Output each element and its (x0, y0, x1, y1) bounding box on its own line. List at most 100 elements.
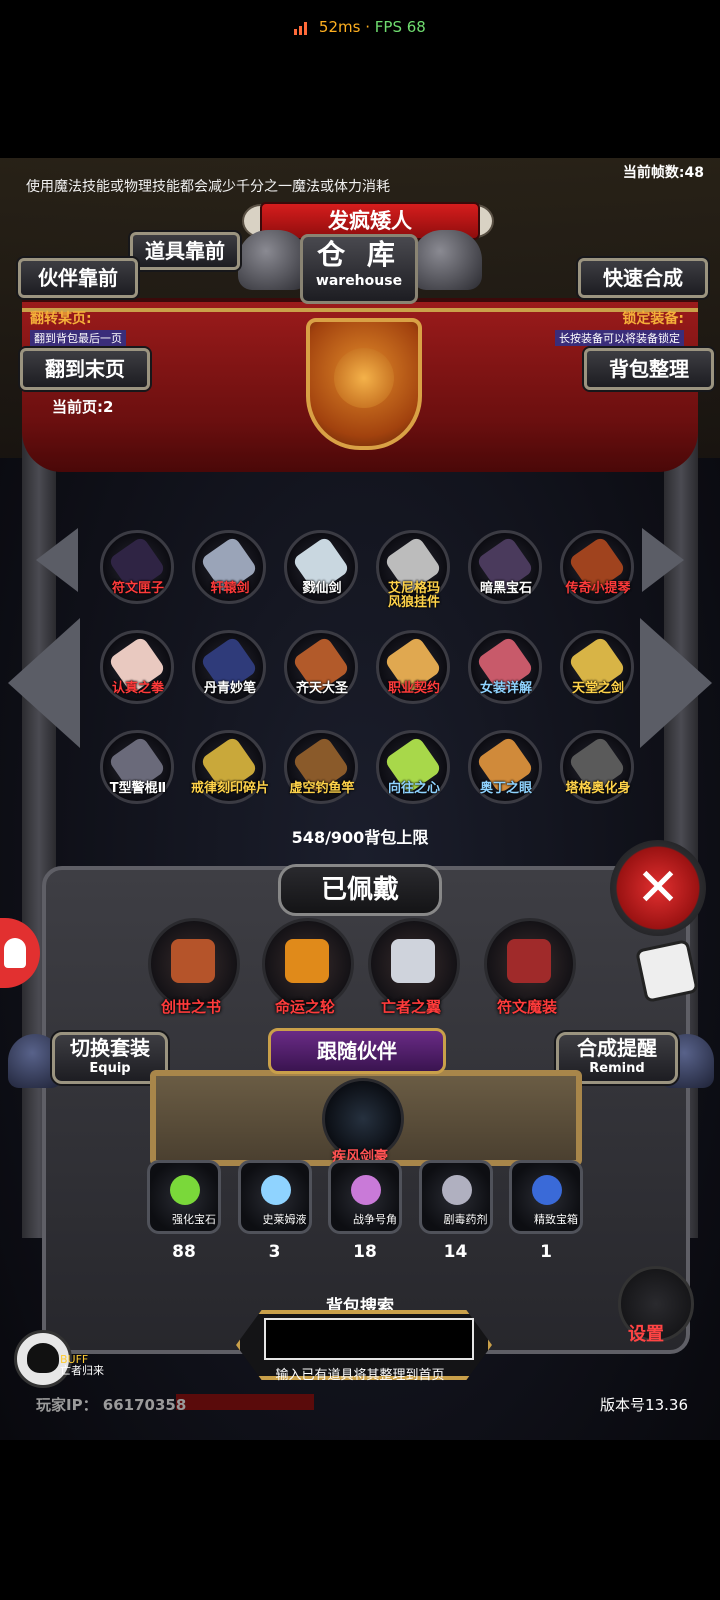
separator: · (365, 18, 370, 36)
item-name: 职业契约 (387, 681, 440, 696)
red-strip (176, 1394, 314, 1410)
inventory-slot[interactable]: 认真之拳 (92, 630, 184, 708)
follow-partner-title: 跟随伙伴 (268, 1028, 446, 1074)
resource-slot: 史莱姆液 (237, 1160, 312, 1234)
game-screen: 使用魔法技能或物理技能都会减少千分之一魔法或体力消耗 当前帧数:48 发疯矮人 … (0, 158, 720, 1440)
resource-item[interactable]: 战争号角 18 (321, 1160, 409, 1262)
quick-merge-button[interactable]: 快速合成 (578, 258, 708, 298)
signal-icon (294, 21, 310, 35)
inventory-slot[interactable]: 向往之心 (368, 730, 460, 808)
item-name: 艾尼格玛 风狼挂件 (387, 581, 440, 610)
equipped-title: 已佩戴 (278, 864, 442, 916)
equipped-item-name: 命运之轮 (274, 998, 335, 1016)
inventory-slot[interactable]: 虚空钓鱼竿 (276, 730, 368, 808)
resource-count: 18 (353, 1242, 377, 1262)
switch-set-cn: 切换套装 (70, 1036, 150, 1060)
flip-page-label: 翻转某页: (30, 311, 92, 327)
flip-page-sub: 翻到背包最后一页 (30, 330, 126, 346)
inventory-slot[interactable]: 戮仙剑 (276, 530, 368, 608)
resource-slot: 强化宝石 (147, 1160, 221, 1234)
item-name: 暗黑宝石 (479, 581, 532, 596)
item-name: 女装详解 (479, 681, 532, 696)
item-name: 丹青妙笔 (203, 681, 256, 696)
equipped-item-name: 亡者之翼 (380, 998, 441, 1016)
merge-remind-cn: 合成提醒 (577, 1036, 657, 1060)
dice-icon[interactable] (634, 938, 700, 1004)
item-name: 向往之心 (387, 781, 440, 796)
inventory-slot[interactable]: 艾尼格玛 风狼挂件 (368, 530, 460, 610)
inventory-slot[interactable]: 戒律刻印碎片 (184, 730, 276, 808)
close-icon: ✕ (636, 858, 680, 918)
version-label: 版本号13.36 (600, 1396, 688, 1414)
search-hint: 输入已有道具将其整理到首页 (275, 1368, 445, 1383)
bag-capacity: 548/900背包上限 (291, 828, 429, 847)
resource-count: 1 (540, 1242, 552, 1262)
inventory-slot[interactable]: 女装详解 (460, 630, 552, 708)
resource-item[interactable]: 精致宝箱 1 (502, 1160, 590, 1262)
inventory-slot[interactable]: 齐天大圣 (276, 630, 368, 708)
person-icon (4, 938, 26, 968)
resource-slot: 剧毒药剂 (418, 1160, 493, 1234)
resource-row: 强化宝石 88 史莱姆液 3 战争号角 18 剧毒药剂 14 精致宝箱 1 (140, 1160, 590, 1262)
item-name: 认真之拳 (111, 681, 164, 696)
item-name: 传奇小提琴 (565, 581, 631, 596)
bag-search-input[interactable] (264, 1318, 474, 1360)
item-name: 符文匣子 (111, 581, 164, 596)
resource-count: 88 (172, 1242, 196, 1262)
fps-text: FPS 68 (374, 18, 426, 36)
resource-label: 强化宝石 (172, 1213, 216, 1226)
resource-count: 3 (268, 1242, 281, 1262)
lock-equip-label: 锁定装备: (622, 311, 684, 327)
equipped-item-name: 创世之书 (160, 998, 221, 1016)
bag-sort-button[interactable]: 背包整理 (584, 348, 714, 390)
inventory-slot[interactable]: 符文匣子 (92, 530, 184, 608)
equipped-item-icon (391, 939, 435, 983)
settings-label[interactable]: 设置 (628, 1320, 664, 1346)
item-name: T型警棍Ⅱ (109, 781, 167, 796)
item-name: 戒律刻印碎片 (190, 781, 269, 796)
item-name: 天堂之剑 (571, 681, 624, 696)
helmet-icon (238, 230, 308, 290)
resource-label: 剧毒药剂 (443, 1213, 488, 1226)
inventory-slot[interactable]: T型警棍Ⅱ (92, 730, 184, 808)
skill-hint-text: 使用魔法技能或物理技能都会减少千分之一魔法或体力消耗 (26, 179, 390, 195)
item-name: 轩辕剑 (210, 581, 250, 596)
inventory-slot[interactable]: 塔格奥化身 (552, 730, 644, 808)
resource-item[interactable]: 剧毒药剂 14 (412, 1160, 500, 1262)
resource-label: 史莱姆液 (262, 1213, 307, 1226)
inventory-slot[interactable]: 暗黑宝石 (460, 530, 552, 608)
resource-label: 精致宝箱 (534, 1213, 578, 1226)
buff-name: 亡者归来 (60, 1364, 104, 1377)
inventory-slot[interactable]: 传奇小提琴 (552, 530, 644, 608)
inventory-slot[interactable]: 轩辕剑 (184, 530, 276, 608)
inventory-slot[interactable]: 奥丁之眼 (460, 730, 552, 808)
resource-icon (170, 1175, 200, 1205)
resource-icon (260, 1175, 291, 1205)
close-button[interactable]: ✕ (610, 840, 706, 936)
banner-trim (22, 308, 698, 312)
lion-crest-icon (306, 318, 422, 450)
warehouse-en: warehouse (315, 273, 403, 289)
item-name: 奥丁之眼 (479, 781, 532, 796)
item-name: 塔格奥化身 (565, 781, 631, 796)
inventory-slot[interactable]: 职业契约 (368, 630, 460, 708)
inventory-slot[interactable]: 天堂之剑 (552, 630, 644, 708)
player-ip: 玩家IP： 66170358 (36, 1396, 187, 1414)
items-first-button[interactable]: 道具靠前 (130, 232, 240, 270)
resource-icon (532, 1175, 562, 1205)
inventory-slot[interactable]: 丹青妙笔 (184, 630, 276, 708)
ping-text: 52ms (318, 18, 361, 36)
equipped-item-name: 符文魔装 (496, 998, 557, 1016)
resource-slot: 精致宝箱 (509, 1160, 583, 1234)
equipped-item-icon (171, 939, 215, 983)
flip-last-page-button[interactable]: 翻到末页 (20, 348, 150, 390)
buff-label: BUFF 亡者归来 (60, 1354, 104, 1376)
partners-first-button[interactable]: 伙伴靠前 (18, 258, 138, 298)
item-name: 齐天大圣 (295, 681, 348, 696)
resource-item[interactable]: 史莱姆液 3 (231, 1160, 319, 1262)
resource-item[interactable]: 强化宝石 88 (140, 1160, 228, 1262)
resource-icon (351, 1175, 381, 1205)
equipped-item-icon (507, 939, 551, 983)
resource-count: 14 (443, 1242, 468, 1262)
warehouse-cn: 仓 库 (317, 238, 401, 271)
